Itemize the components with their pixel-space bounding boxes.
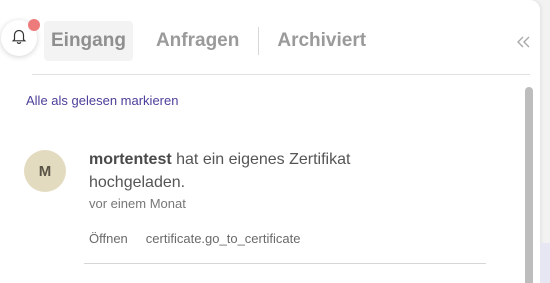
- tab-inbox[interactable]: Eingang: [44, 21, 133, 61]
- tab-separator: [258, 27, 260, 55]
- unread-badge: [28, 19, 40, 31]
- notification-user: mortentest: [89, 151, 172, 168]
- notification-time: vor einem Monat: [89, 196, 186, 211]
- open-button[interactable]: Öffnen: [89, 231, 128, 246]
- mark-all-read-link[interactable]: Alle als gelesen markieren: [26, 93, 178, 108]
- notification-actions: Öffnen certificate.go_to_certificate: [89, 231, 300, 246]
- notification-tabs: Eingang Anfragen Archiviert: [44, 21, 373, 61]
- header-divider: [32, 74, 530, 75]
- go-to-certificate-button[interactable]: certificate.go_to_certificate: [146, 231, 301, 246]
- double-chevron-left-icon[interactable]: [513, 32, 533, 52]
- notification-divider: [84, 263, 486, 264]
- tab-archived[interactable]: Archiviert: [270, 21, 373, 61]
- notification-message: mortentest hat ein eigenes Zertifikat ho…: [89, 148, 419, 194]
- scrollbar-thumb[interactable]: [525, 87, 533, 283]
- background-accent: [540, 243, 550, 283]
- notifications-panel: Eingang Anfragen Archiviert Alle als gel…: [0, 0, 540, 283]
- avatar: M: [24, 150, 66, 192]
- scrollbar[interactable]: [525, 87, 533, 283]
- tab-requests[interactable]: Anfragen: [149, 21, 246, 61]
- bell-icon: [10, 27, 28, 50]
